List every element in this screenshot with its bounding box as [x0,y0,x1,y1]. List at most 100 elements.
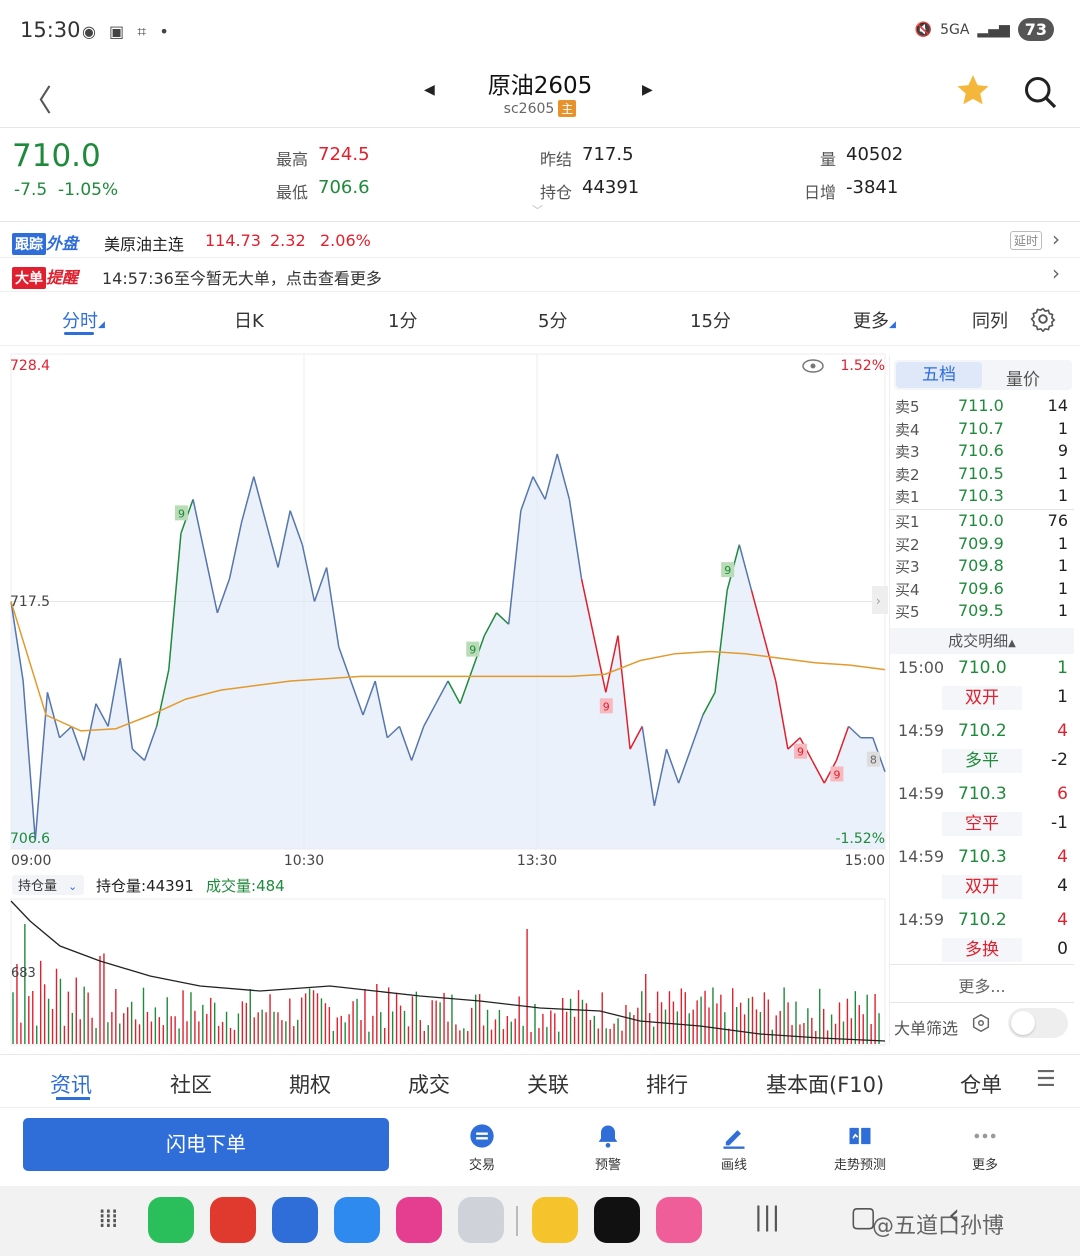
alert-tag: 大单 提醒 [12,264,78,289]
bid-level-row[interactable]: 买1 710.0 76 [890,511,1074,533]
camera-app-icon[interactable] [458,1197,504,1243]
tab-1min[interactable]: 1分 [388,307,417,333]
intraday-chart[interactable]: 9 9 9 9 9 9 8 728.4 717.5 706.6 1.52% -1.52% ›… [0,346,889,1046]
tab-trades[interactable]: 成交 [408,1069,450,1099]
contract-code-text: sc2605 [503,101,555,117]
trade-price: 710.2 [958,721,1007,741]
bid-level-row[interactable]: 买5 709.5 1 [890,601,1074,623]
tab-warehouse[interactable]: 仓单 [960,1069,1002,1099]
bid-price: 710.0 [958,511,1004,530]
ask-qty: 14 [1047,396,1068,415]
gallery-app-icon[interactable] [396,1197,442,1243]
bid-qty: 1 [1057,556,1068,576]
tab-volume-price[interactable]: 量价 [1006,365,1040,390]
ask-level-row[interactable]: 卖5 711.0 14 [890,396,1074,418]
volume-caption-label: 成交量 [206,877,251,895]
tab-5min[interactable]: 5分 [538,307,567,333]
ask-level-row[interactable]: 卖3 710.6 9 [890,441,1074,463]
divider [890,1002,1074,1003]
forecast-book-icon [849,1127,871,1145]
trade-details-header[interactable]: 成交明细▲ [890,628,1074,654]
tab-options[interactable]: 期权 [289,1069,331,1099]
trade-price: 710.3 [958,847,1007,867]
more-trades-link[interactable]: 更多... [890,973,1074,997]
more-label: 更多 [971,1158,998,1173]
favorite-star-icon[interactable] [954,72,992,110]
messages-app-icon[interactable] [334,1197,380,1243]
bid-level-row[interactable]: 买2 709.9 1 [890,534,1074,556]
weibo-app-icon[interactable] [532,1197,578,1243]
tab-related[interactable]: 关联 [527,1069,569,1099]
tiktok-app-icon[interactable] [594,1197,640,1243]
ask-qty: 1 [1057,486,1068,506]
ask-label: 卖4 [895,420,920,439]
foreign-market-row[interactable]: 跟踪 外盘 美原油主连 114.73 2.32 2.06% 延时 › [0,224,1080,258]
y-top-label: 728.4 [10,358,50,374]
more-action[interactable]: 更多 [940,1122,1030,1173]
trade-action[interactable]: 交易 [437,1122,527,1173]
draw-action[interactable]: 画线 [689,1122,779,1173]
chart-app-icon[interactable] [272,1197,318,1243]
alert-action[interactable]: 预警 [563,1122,653,1173]
trade-row: 14:59 710.3 6 空平 -1 [890,784,1074,844]
stock-app-icon[interactable] [210,1197,256,1243]
tab-more[interactable]: 更多◢ [853,307,896,333]
search-icon[interactable] [1022,74,1058,110]
period-tabs: 分时◢ 日K 1分 5分 15分 更多◢ 同列 [0,296,1080,346]
track-tag-suffix: 外盘 [46,234,79,253]
high-value: 724.5 [318,144,370,165]
next-contract-icon[interactable]: ▶ [642,82,653,98]
trade-price: 710.0 [958,658,1007,678]
tab-daily-k[interactable]: 日K [234,307,264,333]
low-label: 最低 [276,183,309,202]
ask-level-row[interactable]: 卖1 710.3 1 [890,486,1074,508]
filter-hex-icon [972,1013,990,1033]
prev-contract-icon[interactable]: ◀ [424,82,435,98]
ask-level-row[interactable]: 卖2 710.5 1 [890,464,1074,486]
foreign-name: 美原油主连 [104,235,185,254]
tab-15min[interactable]: 15分 [690,307,731,333]
trade-type: 多换 [942,938,1022,962]
chevron-down-icon: ⌄ [68,880,77,893]
tab-fundamentals[interactable]: 基本面(F10) [766,1069,884,1099]
trade-qty: 4 [1057,910,1068,930]
prev-settle-label: 昨结 [540,150,573,169]
ask-level-row[interactable]: 卖4 710.7 1 [890,419,1074,441]
track-tag: 跟踪 外盘 [12,230,78,255]
menu-icon[interactable]: ☰ [1036,1067,1056,1092]
nine-turn-marker: 9 [721,562,735,578]
big-order-filter-toggle[interactable] [1008,1008,1068,1038]
bilibili-app-icon[interactable] [656,1197,702,1243]
settings-gear-icon[interactable] [1030,306,1056,332]
big-order-alert-row[interactable]: 大单 提醒 14:57:36至今暂无大单，点击查看更多 › [0,258,1080,292]
bid-price: 709.9 [958,533,1004,553]
eye-icon[interactable] [802,359,824,373]
bid-level-row[interactable]: 买3 709.8 1 [890,556,1074,578]
pen-icon [723,1130,745,1149]
tab-news[interactable]: 资讯 [50,1069,92,1099]
news-tab-underline [56,1097,90,1100]
y-bottom-label: 706.6 [10,831,50,847]
flash-order-button[interactable]: 闪电下单 [23,1118,389,1171]
ask-price: 710.6 [958,441,1004,461]
trade-type: 多平 [942,749,1022,773]
tab-intraday[interactable]: 分时◢ [62,307,105,333]
tab-community[interactable]: 社区 [170,1069,212,1099]
volume-bars [12,924,880,1044]
expand-chevron-icon[interactable]: ﹀ [532,202,543,218]
app-drawer-icon[interactable]: ⁞⁞⁞ [98,1204,119,1234]
tab-five-levels[interactable]: 五档 [896,362,982,388]
ask-qty: 1 [1057,463,1068,483]
volume-label: 量 [820,150,837,169]
recents-nav-icon[interactable]: ||| [754,1202,780,1232]
tab-compare[interactable]: 同列 [972,307,1008,333]
forecast-action[interactable]: 走势预测 [815,1122,905,1173]
bid-level-row[interactable]: 买4 709.6 1 [890,579,1074,601]
delay-badge: 延时 [1010,231,1043,250]
tab-ranking[interactable]: 排行 [646,1069,688,1099]
wechat-app-icon[interactable] [148,1197,194,1243]
trade-time: 14:59 [898,784,945,803]
caret-up-icon: ▲ [1008,638,1016,649]
trade-type: 双开 [942,686,1022,710]
ask-price: 710.3 [958,486,1004,506]
